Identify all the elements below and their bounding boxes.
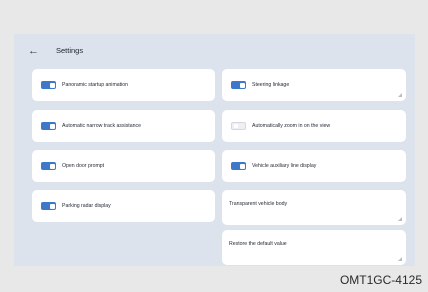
expand-corner-icon [398,217,402,221]
setting-label: Restore the default value [229,240,287,247]
setting-card-automatically-zoom-in[interactable]: Automatically zoom in on the view [222,110,406,142]
expand-corner-icon [398,257,402,261]
automatic-narrow-track-assistance-toggle[interactable] [41,122,56,130]
setting-card-parking-radar-display[interactable]: Parking radar display [32,190,215,222]
page-title: Settings [56,46,84,55]
automatically-zoom-in-toggle[interactable] [231,122,246,130]
setting-label: Panoramic startup animation [62,81,129,88]
setting-label: Parking radar display [62,202,111,209]
setting-card-transparent-vehicle-body[interactable]: Transparent vehicle body [222,190,406,225]
setting-label: Steering linkage [252,81,290,88]
parking-radar-display-toggle[interactable] [41,202,56,210]
setting-label: Automatic narrow track assistance [62,122,141,129]
open-door-prompt-toggle[interactable] [41,162,56,170]
vehicle-auxiliary-line-display-toggle[interactable] [231,162,246,170]
header: ← Settings [28,44,83,58]
setting-card-vehicle-auxiliary-line-display[interactable]: Vehicle auxiliary line display [222,150,406,182]
settings-screen: ← Settings Panoramic startup animation A… [14,34,415,266]
back-arrow-icon[interactable]: ← [28,44,42,58]
setting-card-restore-default-value[interactable]: Restore the default value [222,230,406,265]
panoramic-startup-animation-toggle[interactable] [41,81,56,89]
steering-linkage-toggle[interactable] [231,81,246,89]
setting-card-open-door-prompt[interactable]: Open door prompt [32,150,215,182]
setting-label: Vehicle auxiliary line display [252,162,317,169]
setting-label: Transparent vehicle body [229,200,288,207]
setting-label: Open door prompt [62,162,105,169]
setting-card-panoramic-startup-animation[interactable]: Panoramic startup animation [32,69,215,101]
image-code-watermark: OMT1GC-4125 [339,273,422,287]
expand-corner-icon [398,93,402,97]
setting-card-steering-linkage[interactable]: Steering linkage [222,69,406,101]
setting-label: Automatically zoom in on the view [252,122,331,129]
setting-card-automatic-narrow-track-assistance[interactable]: Automatic narrow track assistance [32,110,215,142]
